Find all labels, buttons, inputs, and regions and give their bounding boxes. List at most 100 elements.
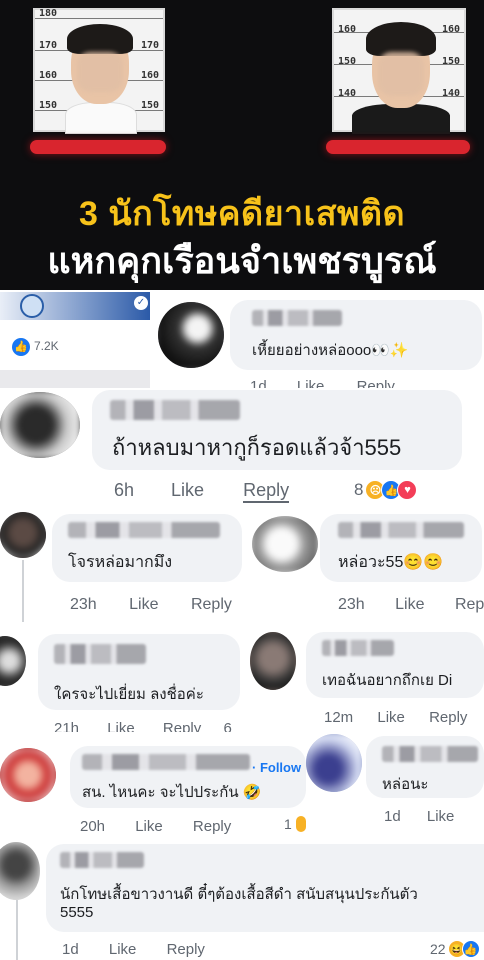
commenter-avatar[interactable]: [306, 734, 362, 792]
reply-link[interactable]: Reply: [163, 720, 201, 732]
reply-link[interactable]: Rep: [455, 596, 484, 614]
comment-bubble: นักโทษเสื้อขาวงานดี ตี๋ๆต้องเสื้อสีดำ สน…: [46, 844, 484, 932]
commenter-avatar[interactable]: [0, 392, 80, 458]
comment-time: 20h: [80, 818, 106, 835]
like-link[interactable]: Like: [135, 818, 163, 835]
comment-bubble: เทอฉันอยากถึกเย Di: [306, 632, 484, 698]
like-reaction-icon[interactable]: 👍: [12, 338, 30, 356]
divider: [22, 560, 24, 622]
divider: [0, 370, 150, 388]
comment-actions: 23h Like Reply: [70, 596, 232, 614]
follow-link[interactable]: · Follow: [252, 760, 301, 775]
headline-line-2: แหกคุกเรือนจำเพชรบูรณ์: [47, 240, 437, 281]
like-link[interactable]: Like: [427, 808, 455, 825]
like-link[interactable]: Like: [297, 378, 325, 388]
comment-bubble: เหี้ยยอย่างหล่อooo👀✨: [230, 300, 482, 370]
reaction-count: 8: [354, 480, 364, 499]
commenter-avatar[interactable]: [0, 748, 56, 802]
comment-actions: 20h Like Reply: [80, 818, 231, 835]
reaction-summary[interactable]: 8 ☹ 👍 ♥: [354, 480, 418, 500]
height-mark: 140: [338, 88, 357, 99]
comment-time: 21h: [54, 720, 80, 732]
commenter-name-redacted[interactable]: [252, 310, 342, 326]
commenter-name-redacted[interactable]: [68, 522, 220, 538]
verified-check-icon: ✓: [134, 296, 148, 310]
commenter-avatar[interactable]: [252, 516, 318, 572]
reaction-count: 1: [284, 816, 292, 832]
reply-link[interactable]: Reply: [191, 596, 232, 614]
like-link[interactable]: Like: [109, 941, 137, 958]
comment-bubble: โจรหล่อมากมึง: [52, 514, 242, 582]
like-link[interactable]: Like: [107, 720, 135, 732]
comment-text: หล่อวะ55😊😊: [338, 554, 444, 571]
height-mark: 150: [441, 56, 460, 67]
comment-text: โจรหล่อมากมึง: [68, 554, 173, 571]
comment-bubble: หล่อวะ55😊😊: [320, 514, 482, 582]
comment-bubble: สน. ไหนคะ จะไปประกัน 🤣: [70, 746, 306, 808]
comment-actions: 1d Like: [384, 808, 454, 825]
mugshot-right: 160 160 150 150 140 140: [332, 8, 466, 134]
comment-time: 23h: [70, 596, 97, 613]
comment-text: นักโทษเสื้อขาวงานดี ตี๋ๆต้องเสื้อสีดำ สน…: [60, 886, 418, 903]
comment-actions: 12m Like Reply: [324, 709, 467, 726]
height-mark: 180: [39, 8, 58, 19]
height-mark: 160: [39, 70, 58, 81]
comment-text: 5555: [60, 904, 94, 921]
comment-time: 1d: [384, 808, 401, 825]
height-mark: 150: [338, 56, 357, 67]
comment-text: เทอฉันอยากถึกเย Di: [322, 672, 453, 689]
news-banner-image: 180 170 170 160 160 150 150 160 160 150 …: [0, 0, 484, 290]
height-mark: 170: [140, 40, 159, 51]
comment-actions: 1d Like Reply: [62, 941, 205, 958]
height-mark: 150: [39, 100, 58, 111]
divider: [16, 900, 18, 960]
commenter-name-redacted[interactable]: [322, 640, 394, 656]
red-label-bar-right: [326, 140, 470, 154]
comment-text: ใครจะไปเยี่ยม ลงชื่อค่ะ: [54, 686, 204, 703]
comment-bubble: ถ้าหลบมาหากูก็รอดแล้วจ้า555: [92, 390, 462, 470]
post-fragment: ✓ 👍 7.2K: [0, 292, 150, 370]
commenter-name-redacted[interactable]: [110, 400, 240, 420]
like-link[interactable]: Like: [171, 480, 204, 501]
like-link[interactable]: Like: [395, 596, 424, 614]
height-mark: 170: [39, 40, 58, 51]
reply-link[interactable]: Reply: [243, 480, 290, 503]
commenter-avatar[interactable]: [0, 512, 46, 558]
height-mark: 140: [441, 88, 460, 99]
red-label-bar-left: [30, 140, 166, 154]
commenter-avatar[interactable]: [0, 636, 26, 686]
commenter-name-redacted[interactable]: [82, 754, 250, 770]
commenter-name-redacted[interactable]: [382, 746, 478, 762]
haha-reaction-icon: [295, 816, 306, 832]
reply-link[interactable]: Reply: [167, 941, 205, 958]
page-logo-icon: [20, 294, 44, 318]
mugshot-left: 180 170 170 160 160 150 150: [33, 8, 165, 134]
comment-bubble: หล่อนะ: [366, 736, 484, 798]
height-mark: 160: [441, 24, 460, 35]
reply-link[interactable]: Reply: [357, 378, 395, 388]
reaction-count: 6: [223, 720, 232, 732]
commenter-name-redacted[interactable]: [338, 522, 464, 538]
commenter-name-redacted[interactable]: [60, 852, 144, 868]
comment-time: 1d: [62, 941, 79, 958]
reaction-summary[interactable]: 1: [284, 816, 306, 832]
reply-link[interactable]: Reply: [193, 818, 231, 835]
commenter-name-redacted[interactable]: [54, 644, 146, 664]
reply-link[interactable]: Reply: [429, 709, 467, 726]
commenter-avatar[interactable]: [0, 842, 40, 900]
reaction-summary[interactable]: 22 😆 👍: [430, 940, 480, 958]
comment-text: หล่อนะ: [382, 776, 429, 793]
comment-text: ถ้าหลบมาหากูก็รอดแล้วจ้า555: [112, 435, 402, 460]
comment-actions: 1d Like Reply: [250, 378, 395, 388]
post-like-count[interactable]: 7.2K: [34, 339, 59, 353]
comment-actions: 6h Like Reply: [114, 480, 290, 503]
commenter-avatar[interactable]: [250, 632, 296, 690]
like-link[interactable]: Like: [129, 596, 158, 614]
comment-actions: 21h Like Reply 6: [54, 720, 232, 732]
commenter-avatar[interactable]: [158, 302, 224, 368]
comment-time: 1d: [250, 378, 267, 388]
comment-text: เหี้ยยอย่างหล่อooo👀✨: [252, 342, 409, 359]
comment-text: สน. ไหนคะ จะไปประกัน 🤣: [82, 784, 262, 801]
like-reaction-icon: 👍: [461, 940, 480, 958]
like-link[interactable]: Like: [377, 709, 405, 726]
